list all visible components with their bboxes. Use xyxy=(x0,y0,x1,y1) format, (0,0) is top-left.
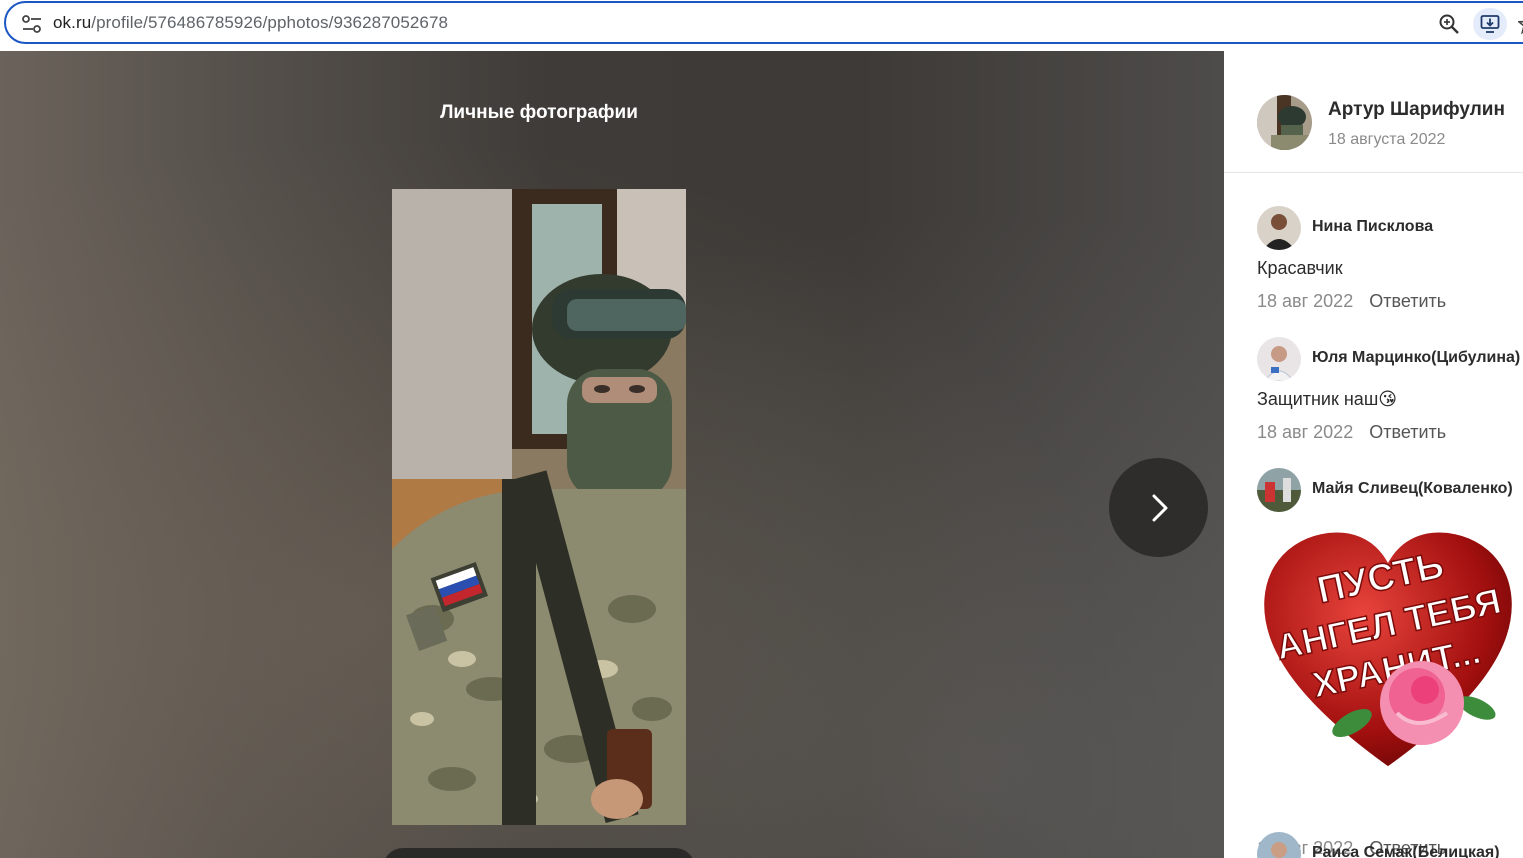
reply-button[interactable]: Ответить xyxy=(1369,291,1446,311)
author-name[interactable]: Артур Шарифулин xyxy=(1328,99,1505,121)
address-bar[interactable]: ok.ru/profile/576486785926/pphotos/93628… xyxy=(4,1,1523,44)
commenter-avatar[interactable] xyxy=(1257,832,1301,858)
install-app-button[interactable] xyxy=(1473,8,1507,40)
comment-meta: 18 авг 2022 Ответить xyxy=(1257,291,1446,312)
commenter-name[interactable]: Раиса Семак(Белицкая) xyxy=(1312,844,1500,858)
site-info-icon[interactable] xyxy=(21,14,43,34)
kiss-emoji-icon: 😘 xyxy=(1378,389,1398,409)
comment-item: Юля Марцинко(Цибулина) Защитник наш😘 18 … xyxy=(1257,337,1523,447)
album-title[interactable]: Личные фотографии xyxy=(0,102,1078,124)
author-avatar[interactable] xyxy=(1257,95,1312,150)
comment-text: Красавчик xyxy=(1257,258,1343,278)
zoom-icon[interactable] xyxy=(1438,13,1460,35)
commenter-avatar[interactable] xyxy=(1257,337,1301,381)
photo-actions-bar[interactable] xyxy=(383,848,695,858)
commenter-name[interactable]: Юля Марцинко(Цибулина) xyxy=(1312,349,1520,367)
comment-date: 18 авг 2022 xyxy=(1257,422,1354,442)
install-icon xyxy=(1480,15,1500,33)
commenter-avatar[interactable] xyxy=(1257,206,1301,250)
heart-sticker-image[interactable]: ПУСТЬ АНГЕЛ ТЕБЯ ХРАНИТ... xyxy=(1257,518,1519,780)
commenter-name[interactable]: Нина Писклова xyxy=(1312,218,1433,236)
author-header: Артур Шарифулин 18 августа 2022 xyxy=(1224,51,1523,173)
comment-item: Нина Писклова Красавчик 18 авг 2022 Ответ… xyxy=(1257,206,1523,316)
photo-viewer: Личные фотографии xyxy=(0,51,1224,858)
comment-meta: 18 авг 2022 Ответить xyxy=(1257,422,1446,443)
comment-text-body: Защитник наш xyxy=(1257,389,1379,409)
post-date: 18 августа 2022 xyxy=(1328,131,1446,148)
commenter-avatar[interactable] xyxy=(1257,468,1301,512)
bookmark-star-icon[interactable] xyxy=(1518,14,1523,34)
comment-text: Защитник наш😘 xyxy=(1257,389,1397,410)
chevron-right-icon xyxy=(1152,494,1168,522)
photo-image[interactable] xyxy=(392,189,686,825)
url-text[interactable]: ok.ru/profile/576486785926/pphotos/93628… xyxy=(53,13,448,33)
url-host: ok.ru xyxy=(53,13,92,32)
comment-item: Майя Сливец(Коваленко) ПУСТЬ АНГЕЛ ТЕБЯ … xyxy=(1257,468,1523,858)
comments-panel: Артур Шарифулин 18 августа 2022 Нина Пис… xyxy=(1224,51,1523,858)
comment-item: Раиса Семак(Белицкая) xyxy=(1257,832,1523,858)
comment-date: 18 авг 2022 xyxy=(1257,291,1354,311)
next-photo-button[interactable] xyxy=(1109,458,1208,557)
url-path: /profile/576486785926/pphotos/9362870526… xyxy=(91,13,449,32)
reply-button[interactable]: Ответить xyxy=(1369,422,1446,442)
browser-toolbar: ok.ru/profile/576486785926/pphotos/93628… xyxy=(0,0,1523,51)
commenter-name[interactable]: Майя Сливец(Коваленко) xyxy=(1312,480,1513,498)
